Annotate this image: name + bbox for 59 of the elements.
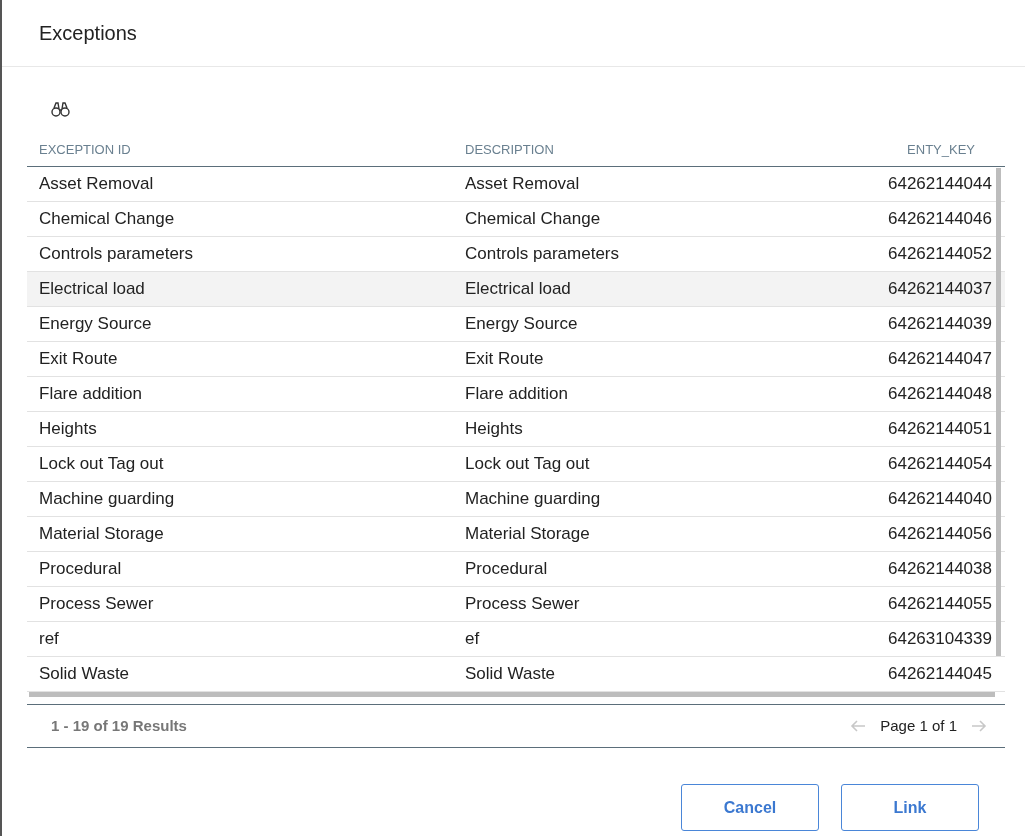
table-cell-text: ef: [464, 628, 481, 651]
column-header[interactable]: ENTY_KEY: [853, 139, 1005, 159]
table-cell-text: Machine guarding: [464, 488, 602, 511]
table-cell-text: Process Sewer: [464, 593, 581, 616]
table-cell-text: Material Storage: [464, 523, 591, 546]
table-cell-text: 64262144047: [887, 348, 993, 371]
cancel-button[interactable]: Cancel: [681, 784, 819, 831]
vertical-scrollbar[interactable]: [996, 168, 1001, 656]
table-cell-text: Asset Removal: [464, 173, 581, 196]
link-button[interactable]: Link: [841, 784, 979, 831]
table-cell-text: Machine guarding: [38, 488, 176, 511]
table-cell-text: Heights: [38, 418, 98, 441]
table-cell-text: Controls parameters: [38, 243, 194, 266]
page-indicator: Page 1 of 1: [880, 715, 957, 736]
table-cell-text: 64262144044: [887, 173, 993, 196]
table-cell-text: Asset Removal: [38, 173, 155, 196]
table-cell-text: 64262144037: [887, 278, 993, 301]
table-cell-text: Flare addition: [464, 383, 569, 406]
previous-page-icon[interactable]: [850, 720, 867, 732]
table-cell-text: 64262144055: [887, 593, 993, 616]
table-cell-text: 64262144039: [887, 313, 993, 336]
table-cell-text: 64263104339: [887, 628, 993, 651]
table-cell-text: Controls parameters: [464, 243, 620, 266]
table-cell-text: 64262144045: [887, 663, 993, 686]
search-icon[interactable]: [51, 101, 70, 117]
table-cell-text: Procedural: [464, 558, 549, 581]
table-cell-text: 64262144046: [887, 208, 993, 231]
table-cell-text: ref: [38, 628, 60, 651]
column-header[interactable]: EXCEPTION ID: [27, 139, 453, 159]
horizontal-scrollbar[interactable]: [29, 692, 995, 697]
next-page-icon[interactable]: [971, 720, 987, 732]
table-row[interactable]: Electrical load Electrical load 64262144037: [27, 272, 1005, 307]
table-cell-text: Lock out Tag out: [464, 453, 591, 476]
table-cell-text: Exit Route: [464, 348, 545, 371]
column-header[interactable]: DESCRIPTION: [453, 139, 853, 159]
dialog-title: Exceptions: [39, 21, 137, 46]
table-cell-text: Lock out Tag out: [38, 453, 165, 476]
table-cell-text: Heights: [464, 418, 524, 441]
table-cell-text: 64262144040: [887, 488, 993, 511]
table-cell-text: 64262144052: [887, 243, 993, 266]
table-cell-text: Energy Source: [464, 313, 579, 336]
table-cell-text: Electrical load: [464, 278, 572, 301]
table-cell-text: 64262144038: [887, 558, 993, 581]
table-cell-text: 64262144051: [887, 418, 993, 441]
table-cell-text: Solid Waste: [464, 663, 557, 686]
table-cell-text: Process Sewer: [38, 593, 155, 616]
table-cell-text: Chemical Change: [464, 208, 602, 231]
table-cell-text: Chemical Change: [38, 208, 176, 231]
table-cell-text: Energy Source: [38, 313, 153, 336]
table-cell-text: Flare addition: [38, 383, 143, 406]
table-cell-text: Solid Waste: [38, 663, 131, 686]
table-cell-text: 64262144054: [887, 453, 993, 476]
results-count: 1 - 19 of 19 Results: [51, 715, 187, 736]
table-cell-text: 64262144056: [887, 523, 993, 546]
table-cell-text: Procedural: [38, 558, 123, 581]
table-cell-text: Exit Route: [38, 348, 119, 371]
table-cell-text: 64262144048: [887, 383, 993, 406]
table-cell-text: Electrical load: [38, 278, 146, 301]
table-cell-text: Material Storage: [38, 523, 165, 546]
